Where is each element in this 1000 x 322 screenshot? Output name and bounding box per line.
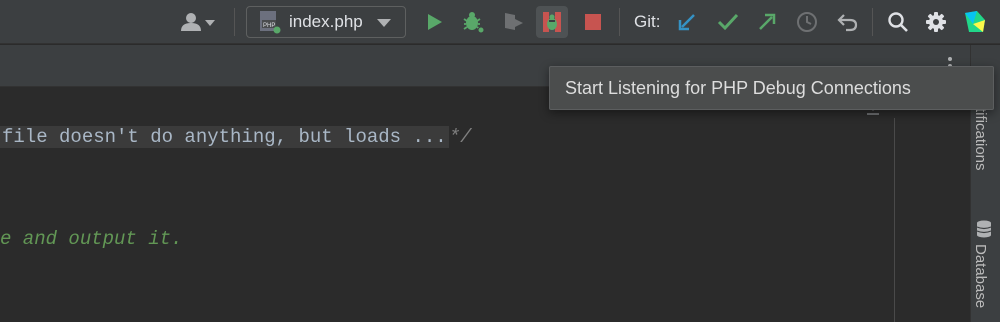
toolbar-separator — [619, 8, 620, 36]
toolbar-separator — [872, 8, 873, 36]
stop-button[interactable] — [579, 8, 607, 36]
search-button[interactable] — [884, 8, 912, 36]
git-push-button[interactable] — [753, 8, 781, 36]
php-file-icon: PHP — [260, 11, 281, 34]
product-logo-button[interactable] — [961, 8, 989, 36]
user-icon — [181, 13, 215, 31]
chevron-down-icon — [377, 19, 391, 27]
history-icon — [797, 12, 817, 32]
run-configuration-selector[interactable]: PHP index.php — [246, 6, 406, 38]
code-line: file doesn't do anything, but loads ... *… — [0, 126, 472, 148]
run-with-coverage-button[interactable] — [499, 8, 527, 36]
git-commit-icon — [717, 13, 739, 31]
debug-icon — [463, 12, 485, 34]
git-update-icon — [678, 14, 695, 31]
git-label: Git: — [634, 12, 661, 31]
listen-php-debug-button[interactable] — [536, 6, 568, 38]
rollback-button[interactable] — [834, 8, 862, 36]
notifications-tool-tab[interactable]: tifications — [972, 108, 989, 171]
run-button[interactable] — [420, 8, 448, 36]
run-icon — [428, 14, 442, 30]
folded-comment-region[interactable]: file doesn't do anything, but loads ... — [0, 126, 449, 148]
settings-button[interactable] — [922, 8, 950, 36]
search-icon — [888, 12, 908, 32]
run-config-label: index.php — [289, 12, 363, 31]
right-margin-guide — [894, 118, 895, 322]
main-toolbar: PHP index.php Git: — [0, 0, 1000, 44]
code-editor[interactable]: file doesn't do anything, but loads ... *… — [0, 88, 970, 322]
gear-icon — [926, 12, 946, 32]
git-commit-button[interactable] — [714, 8, 742, 36]
database-icon — [976, 220, 992, 238]
tooltip-text: Start Listening for PHP Debug Connection… — [565, 77, 911, 98]
database-tool-tab[interactable]: Database — [972, 244, 989, 308]
doc-comment-line: e and output it. — [0, 228, 183, 250]
stop-icon — [585, 14, 601, 30]
user-menu-button[interactable] — [174, 8, 222, 36]
comment-end: */ — [448, 126, 472, 148]
debug-button[interactable] — [459, 8, 487, 36]
git-push-icon — [759, 13, 776, 30]
jetbrains-product-icon — [965, 11, 985, 32]
history-button[interactable] — [793, 8, 821, 36]
run-with-coverage-icon — [505, 13, 523, 30]
git-update-button[interactable] — [673, 8, 701, 36]
rollback-icon — [837, 14, 858, 32]
listen-php-debug-icon — [543, 12, 561, 32]
svg-text:PHP: PHP — [263, 23, 275, 29]
toolbar-separator — [234, 8, 235, 36]
tooltip: Start Listening for PHP Debug Connection… — [549, 66, 994, 110]
